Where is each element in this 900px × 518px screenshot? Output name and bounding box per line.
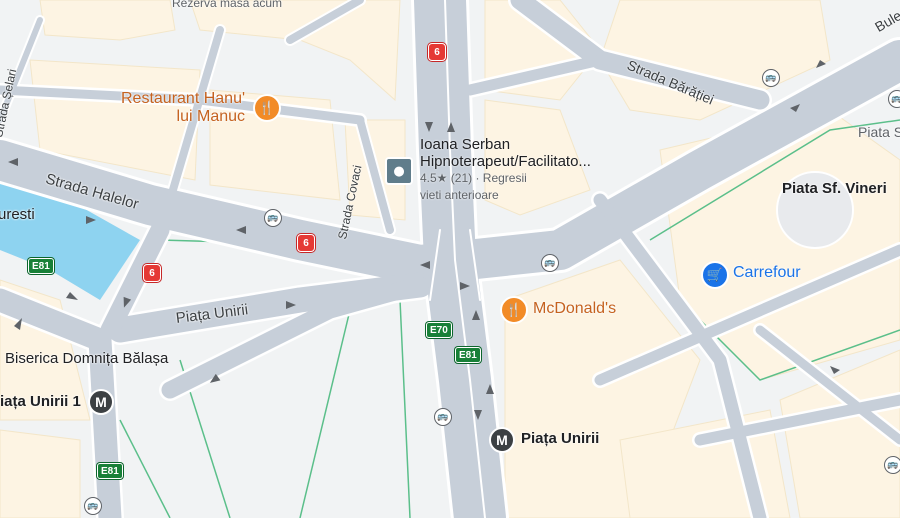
ioana-serban-label[interactable]: Ioana Serban Hipnoterapeut/Facilitato...… — [420, 136, 591, 204]
hanu-manuc-line1: Restaurant Hanu' — [121, 90, 246, 107]
ioana-title: Hipnoterapeut/Facilitato... — [420, 153, 591, 170]
piata-sf-vineri-label[interactable]: Piata Sf. Vineri — [782, 180, 887, 197]
ioana-name: Ioana Serban — [420, 136, 511, 153]
bus-stop-icon[interactable]: 🚌 — [434, 408, 452, 426]
route-shield-e81: E81 — [97, 463, 123, 479]
hanu-manuc-label[interactable]: Restaurant Hanu' lui Manuc — [121, 90, 245, 126]
mcdonalds-pin-icon[interactable]: 🍴 — [500, 296, 528, 324]
biserica-label[interactable]: Biserica Domnița Bălașa — [5, 350, 168, 367]
carrefour-pin-icon[interactable]: 🛒 — [701, 261, 729, 289]
map-canvas[interactable]: Strada Halelor Strada Bărăției Strada Șe… — [0, 0, 900, 518]
route-shield-dn6: 6 — [297, 234, 315, 252]
bus-stop-icon[interactable]: 🚌 — [888, 90, 900, 108]
bus-stop-icon[interactable]: 🚌 — [84, 497, 102, 515]
route-shield-dn6: 6 — [428, 43, 446, 61]
mcdonalds-label[interactable]: McDonald's — [533, 300, 616, 318]
piata-s-label: Piata S — [858, 124, 900, 140]
metro-station-icon-unirii[interactable]: M — [489, 427, 515, 453]
metro-station-icon-unirii-1[interactable]: M — [88, 389, 114, 415]
route-shield-e81: E81 — [28, 258, 54, 274]
bus-stop-icon[interactable]: 🚌 — [541, 254, 559, 272]
carrefour-label[interactable]: Carrefour — [733, 264, 801, 282]
hanu-manuc-line2: lui Manuc — [176, 108, 246, 125]
bus-stop-icon[interactable]: 🚌 — [264, 209, 282, 227]
bucuresti-label: uresti — [0, 206, 35, 223]
route-shield-e81: E81 — [455, 347, 481, 363]
route-shield-e70: E70 — [426, 322, 452, 338]
restaurant-pin-icon[interactable]: 🍴 — [253, 94, 281, 122]
ioana-subtitle: vieti anterioare — [420, 188, 499, 202]
ioana-rating: 4.5★ (21) · Regresii — [420, 171, 527, 185]
piata-unirii-1-label[interactable]: iața Unirii 1 — [0, 393, 81, 410]
route-shield-dn6: 6 — [143, 264, 161, 282]
therapist-pin-icon[interactable]: ● — [385, 157, 413, 185]
reserve-table-label[interactable]: Rezerva masa acum — [172, 0, 282, 10]
piata-unirii-metro-label[interactable]: Piața Unirii — [521, 430, 599, 447]
bus-stop-icon[interactable]: 🚌 — [762, 69, 780, 87]
bus-stop-icon[interactable]: 🚌 — [884, 456, 900, 474]
